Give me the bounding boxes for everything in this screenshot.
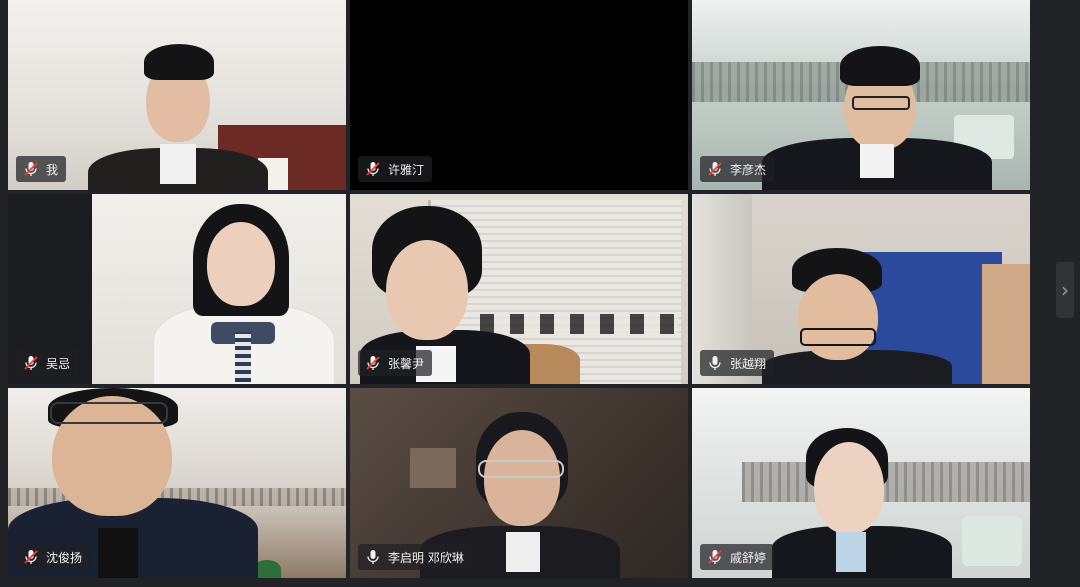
participant-name-tag: 沈俊扬 (16, 544, 91, 570)
participant-name-tag: 李启明 邓欣琳 (358, 544, 472, 570)
mic-muted-icon (364, 160, 382, 178)
next-page-glyph: › (1061, 278, 1069, 302)
participant-video (762, 244, 952, 384)
mic-icon (706, 354, 724, 372)
participant-name: 戚舒婷 (730, 550, 767, 565)
mic-icon (364, 548, 382, 566)
video-tile-participant[interactable]: 李启明 邓欣琳 (350, 388, 688, 578)
participant-video (772, 428, 952, 578)
video-tile-participant[interactable]: 戚舒婷 (692, 388, 1030, 578)
participant-name-tag: 吴忌 (16, 350, 79, 376)
participant-name: 吴忌 (46, 356, 71, 371)
participant-name-tag: 李彦杰 (700, 156, 775, 182)
video-tile-participant[interactable]: 沈俊扬 (8, 388, 346, 578)
mic-muted-icon (706, 548, 724, 566)
mic-muted-icon (22, 548, 40, 566)
participant-name-tag: 戚舒婷 (700, 544, 775, 570)
participant-name: 张馨尹 (388, 356, 425, 371)
participant-name: 李彦杰 (730, 162, 767, 177)
video-tile-participant[interactable]: 许雅汀 (350, 0, 688, 190)
participant-name: 张越翔 (730, 356, 767, 371)
participant-name-tag: 许雅汀 (358, 156, 433, 182)
video-grid: 我 许雅汀 李彦杰 吴忌 张馨尹 张越翔 沈俊扬 李启明 邓欣琳 戚舒婷 › (0, 0, 1080, 587)
video-tile-participant[interactable]: 张馨尹 (350, 194, 688, 384)
mic-muted-icon (364, 354, 382, 372)
mic-muted-icon (22, 160, 40, 178)
video-tile-me[interactable]: 我 (8, 0, 346, 190)
participant-name: 李启明 邓欣琳 (388, 550, 464, 565)
participant-name: 许雅汀 (388, 162, 425, 177)
video-tile-participant[interactable]: 李彦杰 (692, 0, 1030, 190)
participant-name: 我 (46, 162, 59, 177)
video-tile-participant[interactable]: 吴忌 (8, 194, 346, 384)
participant-video (762, 40, 992, 190)
participant-name-tag: 张馨尹 (358, 350, 433, 376)
participant-video (88, 40, 268, 190)
wall-logo (962, 516, 1022, 566)
door-panel (982, 264, 1030, 384)
mic-muted-icon (22, 354, 40, 372)
chevron-right-icon[interactable]: › (1056, 262, 1074, 318)
mic-muted-icon (706, 160, 724, 178)
participant-name-tag: 我 (16, 156, 67, 182)
participant-name: 沈俊扬 (46, 550, 83, 565)
video-tile-participant[interactable]: 张越翔 (692, 194, 1030, 384)
participant-video (153, 204, 335, 384)
participant-name-tag: 张越翔 (700, 350, 775, 376)
